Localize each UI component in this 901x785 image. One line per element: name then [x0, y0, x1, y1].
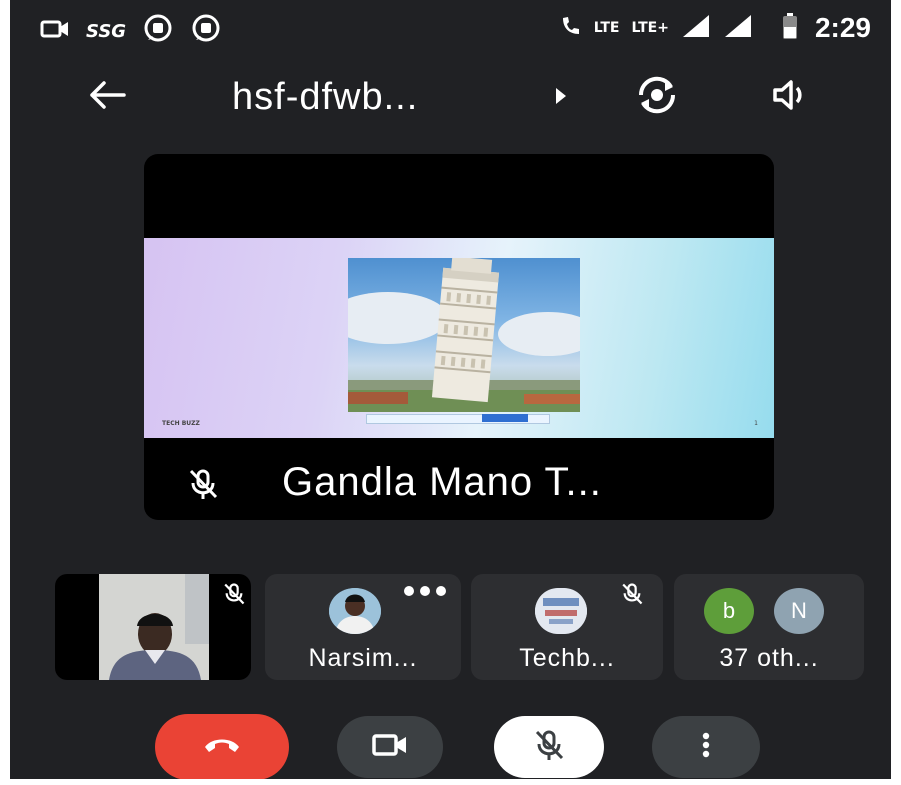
avatar — [329, 588, 381, 634]
back-arrow-icon — [88, 80, 128, 114]
self-camera-feed — [99, 574, 209, 680]
signal-icon — [681, 13, 711, 43]
avatar: b — [704, 588, 754, 634]
back-button[interactable] — [80, 74, 136, 120]
mic-off-icon — [188, 468, 218, 504]
avatar: N — [774, 588, 824, 634]
others-tile[interactable]: b N 37 oth... — [674, 574, 864, 680]
meeting-code[interactable]: hsf-dfwb... — [232, 74, 418, 120]
meeting-top-bar: hsf-dfwb... — [10, 62, 891, 132]
status-left: SSG — [40, 14, 222, 48]
slide-button — [482, 414, 528, 422]
status-bar: SSG LTE LTE+ 2:29 — [10, 0, 891, 62]
more-options-button[interactable] — [652, 716, 760, 778]
participant-name: 37 oth... — [719, 644, 819, 672]
more-vert-icon — [702, 732, 710, 762]
presenter-name: Gandla Mano T... — [282, 460, 602, 504]
presenter-tile[interactable]: TECH BUZZ 1 Gandla Mano T... — [144, 154, 774, 520]
slide-page-number: 1 — [754, 420, 758, 427]
status-app-label: SSG — [86, 20, 127, 42]
self-view-tile[interactable] — [55, 574, 251, 680]
network-label-2: LTE+ — [631, 20, 669, 36]
mic-off-icon — [223, 582, 245, 610]
signal-icon — [723, 13, 753, 43]
camera-toggle-button[interactable] — [337, 716, 443, 778]
audio-output-button[interactable] — [762, 73, 820, 121]
switch-camera-button[interactable] — [628, 73, 686, 121]
presenter-label: Gandla Mano T... — [144, 454, 774, 514]
hang-up-icon — [202, 735, 242, 759]
switch-camera-icon — [635, 75, 679, 119]
dropdown-caret-icon[interactable] — [554, 86, 568, 110]
meet-screen: SSG LTE LTE+ 2:29 hsf-dfwb... TECH BUZZ … — [10, 0, 891, 779]
video-camera-icon — [372, 733, 408, 761]
chat-bubble-icon — [190, 14, 222, 48]
battery-icon — [782, 13, 797, 43]
chat-bubble-icon — [142, 14, 174, 48]
participant-name: Techb... — [519, 644, 615, 672]
shared-screen-slide: TECH BUZZ 1 — [144, 238, 774, 438]
mic-off-icon — [621, 582, 643, 610]
participant-tile[interactable]: Narsim... — [265, 574, 461, 680]
end-call-button[interactable] — [155, 714, 289, 779]
slide-image — [348, 258, 580, 412]
mic-off-icon — [534, 729, 564, 765]
slide-brand-text: TECH BUZZ — [162, 420, 200, 427]
more-horiz-icon[interactable] — [403, 582, 447, 601]
mic-toggle-button[interactable] — [494, 716, 604, 778]
network-label-1: LTE — [593, 20, 620, 36]
avatar — [535, 588, 587, 634]
participant-tile[interactable]: Techb... — [471, 574, 663, 680]
status-time: 2:29 — [814, 12, 871, 43]
speaker-icon — [771, 79, 811, 115]
video-camera-icon — [40, 18, 70, 44]
status-right: LTE LTE+ 2:29 — [560, 12, 871, 44]
participant-name: Narsim... — [308, 644, 418, 672]
call-lte-icon — [560, 14, 582, 42]
